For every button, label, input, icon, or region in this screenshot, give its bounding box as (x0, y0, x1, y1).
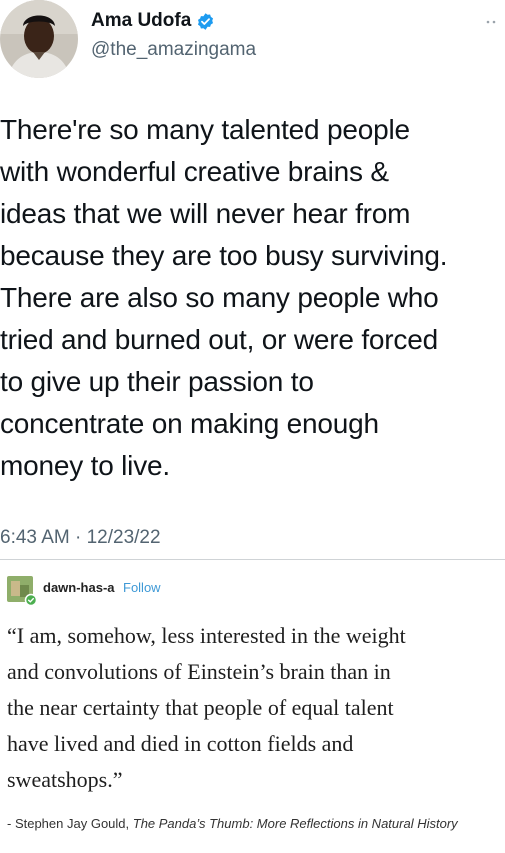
follow-button[interactable]: Follow (123, 580, 161, 595)
tweet-card: Ama Udofa @the_amazingama There're so ma… (0, 0, 505, 558)
attribution-author: - Stephen Jay Gould, (7, 816, 133, 831)
tweet-text: There're so many talented people with wo… (0, 109, 505, 487)
tweet-line: concentrate on making enough (0, 408, 379, 439)
quote-line: have lived and died in cotton fields and (7, 731, 354, 756)
display-name[interactable]: Ama Udofa (91, 10, 191, 32)
tweet-line: There are also so many people who (0, 282, 439, 313)
avatar[interactable] (0, 0, 78, 78)
quote-text: “I am, somehow, less interested in the w… (7, 618, 502, 798)
tweet-line: There're so many talented people (0, 114, 410, 145)
quote-line: sweatshops.” (7, 767, 123, 792)
tweet-line: ideas that we will never hear from (0, 198, 411, 229)
verified-badge-icon (196, 12, 215, 31)
handle[interactable]: @the_amazingama (91, 39, 256, 61)
quote-attribution: - Stephen Jay Gould, The Panda’s Thumb: … (7, 814, 502, 834)
tweet-line: tried and burned out, or were forced (0, 324, 438, 355)
tumblr-post: dawn-has-a Follow “I am, somehow, less i… (0, 560, 505, 853)
tumblr-avatar[interactable] (7, 576, 38, 607)
tweet-timestamp[interactable]: 6:43 AM · 12/23/22 (0, 527, 161, 549)
quote-line: the near certainty that people of equal … (7, 695, 394, 720)
author-name-row: Ama Udofa (91, 10, 215, 32)
tweet-line: to give up their passion to (0, 366, 314, 397)
tweet-line: money to live. (0, 450, 170, 481)
tweet-line: with wonderful creative brains & (0, 156, 389, 187)
attribution-book-title: The Panda’s Thumb: More Reflections in N… (132, 816, 458, 831)
tumblr-username[interactable]: dawn-has-a (43, 580, 115, 595)
quote-line: “I am, somehow, less interested in the w… (7, 623, 406, 648)
tweet-line: because they are too busy surviving. (0, 240, 448, 271)
more-options-icon[interactable] (484, 14, 498, 24)
quote-line: and convolutions of Einstein’s brain tha… (7, 659, 391, 684)
